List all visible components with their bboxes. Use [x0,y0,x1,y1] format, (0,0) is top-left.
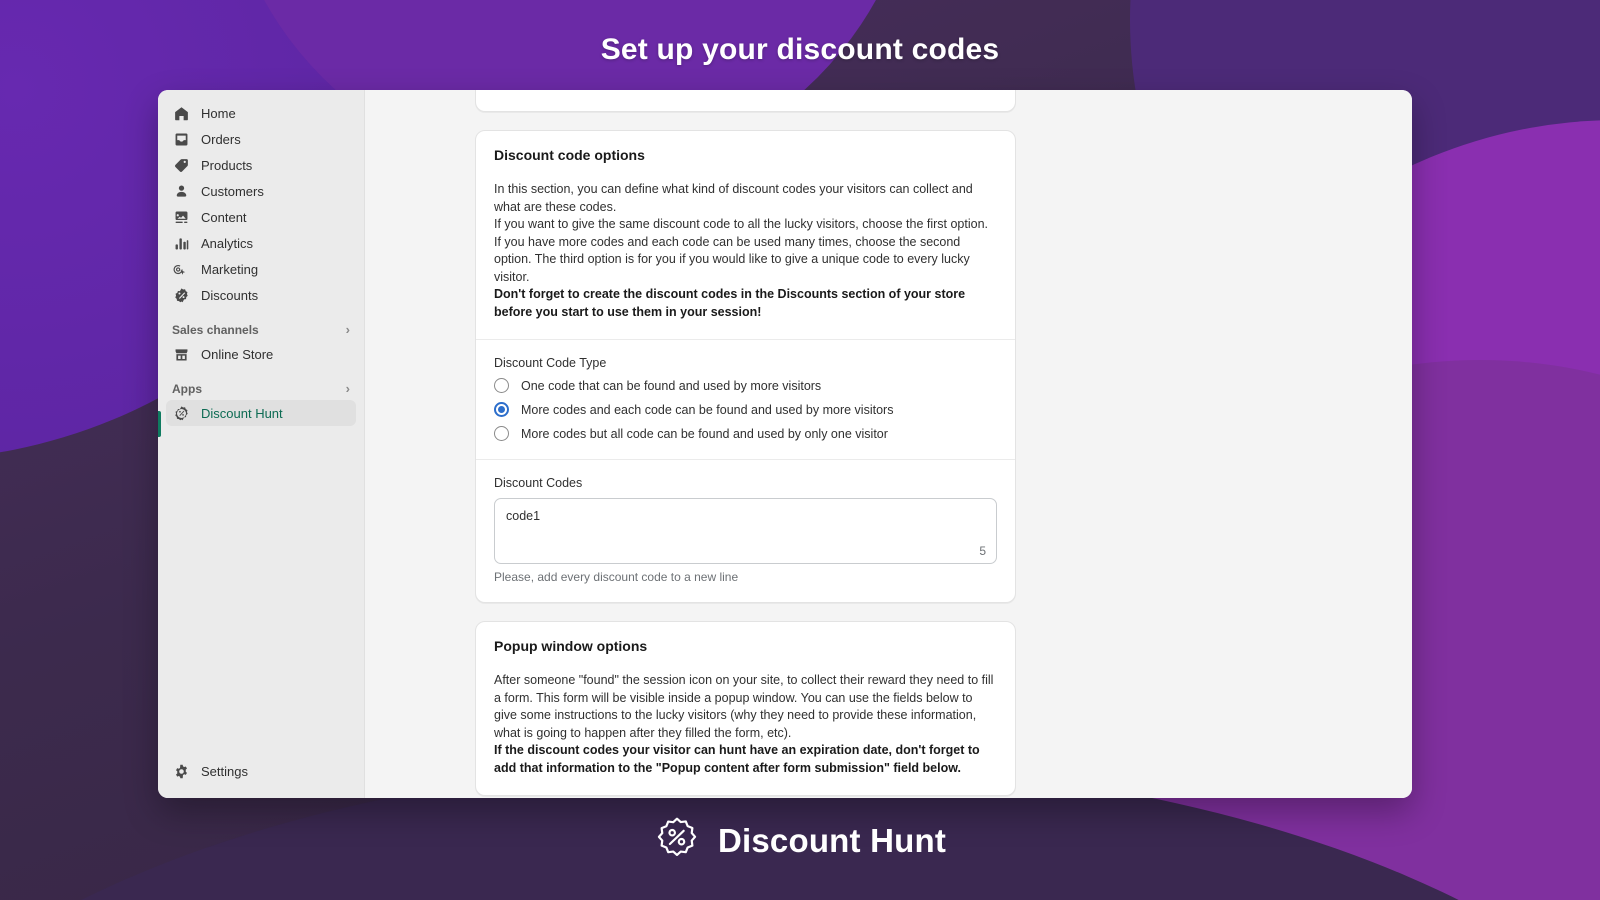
sidebar-item-label: Home [201,105,236,121]
target-icon [172,260,190,278]
discount-code-options-intro: Discount code options In this section, y… [476,131,1015,339]
radio-circle[interactable] [494,378,509,393]
sidebar-item-label: Content [201,209,247,225]
sidebar-item-label: Products [201,157,253,173]
radio-label: More codes and each code can be found an… [521,402,894,417]
popup-window-options-intro: Popup window options After someone "foun… [476,622,1015,795]
discount-code-type-label: Discount Code Type [494,356,607,370]
paragraph-bold: Don't forget to create the discount code… [494,287,966,319]
card-body: In this section, you can define what kin… [494,181,997,321]
sidebar-item-home[interactable]: Home [166,100,356,126]
sidebar-item-discounts[interactable]: Discounts [166,282,356,308]
card-title: Discount code options [494,147,645,163]
image-icon [172,208,190,226]
radio-option-one-code[interactable]: One code that can be found and used by m… [494,378,997,393]
home-icon [172,104,190,122]
sidebar-section-apps[interactable]: Apps › [172,381,350,396]
card-title: Popup window options [494,638,648,654]
sidebar-item-marketing[interactable]: Marketing [166,256,356,282]
main-content: Discount code options In this section, y… [365,90,1412,798]
discount-icon [172,286,190,304]
person-icon [172,182,190,200]
app-window: Home Orders Products Customers Content A… [158,90,1412,798]
percent-badge-icon [654,816,700,867]
tag-icon [172,156,190,174]
sidebar-item-label: Analytics [201,235,254,251]
sidebar-item-customers[interactable]: Customers [166,178,356,204]
radio-label: One code that can be found and used by m… [521,378,822,393]
gear-icon [172,762,190,780]
brand-name: Discount Hunt [717,822,947,859]
sales-channels-label: Sales channels [172,322,259,337]
storefront-icon [172,345,190,363]
discount-codes-value: code1 [506,509,541,523]
active-item-indicator [158,411,161,437]
sidebar: Home Orders Products Customers Content A… [158,90,365,798]
radio-label: More codes but all code can be found and… [521,426,888,441]
discount-codes-section: Discount Codes code1 5 Please, add every… [476,459,1015,602]
paragraph-1: In this section, you can define what kin… [494,182,973,214]
sidebar-item-orders[interactable]: Orders [166,126,356,152]
discount-codes-textarea[interactable]: code1 5 [494,498,997,564]
paragraph-bold: If the discount codes your visitor can h… [494,743,980,775]
sidebar-item-analytics[interactable]: Analytics [166,230,356,256]
orders-icon [172,130,190,148]
sidebar-item-label: Online Store [201,346,274,362]
sidebar-item-label: Discounts [201,287,259,303]
paragraph-2: If you want to give the same discount co… [494,217,989,284]
sidebar-item-settings[interactable]: Settings [166,758,356,784]
sidebar-item-label: Discount Hunt [201,405,283,421]
sidebar-item-label: Settings [201,763,248,779]
paragraph-1: After someone "found" the session icon o… [494,673,994,740]
discount-code-type-section: Discount Code Type One code that can be … [476,339,1015,459]
radio-option-more-codes-single-use[interactable]: More codes but all code can be found and… [494,426,997,441]
settings-form-column: Discount code options In this section, y… [475,90,1016,798]
chevron-right-icon[interactable]: › [346,322,350,337]
discount-codes-label: Discount Codes [494,476,583,490]
popup-window-options-card: Popup window options After someone "foun… [475,621,1016,796]
sidebar-item-content[interactable]: Content [166,204,356,230]
sidebar-item-label: Customers [201,183,264,199]
sidebar-item-products[interactable]: Products [166,152,356,178]
character-count: 5 [979,544,986,558]
apps-label: Apps [172,381,202,396]
card-body: After someone "found" the session icon o… [494,672,997,777]
sidebar-section-sales-channels[interactable]: Sales channels › [172,322,350,337]
sidebar-item-label: Orders [201,131,241,147]
sidebar-item-online-store[interactable]: Online Store [166,341,356,367]
radio-circle-selected[interactable] [494,402,509,417]
brand-footer: Discount Hunt [0,805,1600,877]
discount-codes-help-text: Please, add every discount code to a new… [494,570,739,584]
bar-chart-icon [172,234,190,252]
discount-hunt-icon [172,404,190,422]
page-title: Set up your discount codes [600,33,1000,66]
sidebar-item-label: Marketing [201,261,259,277]
radio-circle[interactable] [494,426,509,441]
chevron-right-icon[interactable]: › [346,381,350,396]
sidebar-item-discount-hunt[interactable]: Discount Hunt [166,400,356,426]
discount-code-options-card: Discount code options In this section, y… [475,130,1016,603]
radio-option-more-codes-multi-use[interactable]: More codes and each code can be found an… [494,402,997,417]
